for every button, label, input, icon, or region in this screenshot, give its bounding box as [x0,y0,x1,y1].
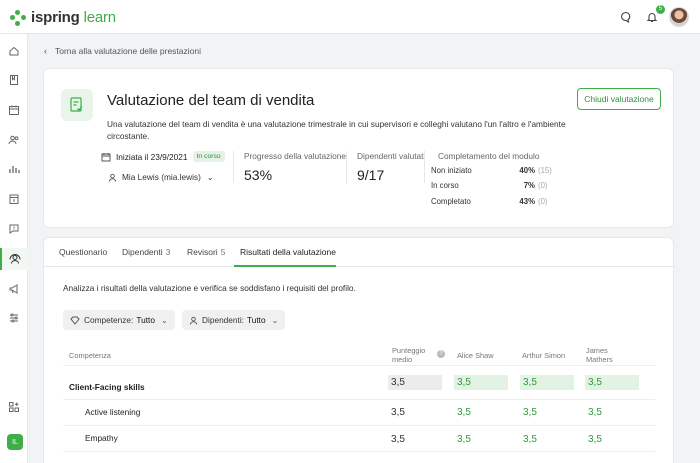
checklist-icon [61,89,93,121]
score-cell: 3,5 [457,434,471,445]
tab-assessment-results[interactable]: Risultati della valutazione [240,247,336,257]
divider [63,399,655,400]
user-icon [108,173,117,182]
active-tab-indicator [234,265,336,267]
avg-score-cell: 3,5 [391,434,405,445]
user-initials-icon[interactable]: IL [7,434,23,450]
divider [346,151,347,183]
progress-value: 53% [244,167,273,183]
score-cell: 3,5 [523,407,537,418]
status-badge: In corso [192,151,225,162]
divider [63,451,655,452]
start-date-row: Iniziata il 23/9/2021 In corso [101,151,225,162]
calendar-icon [101,152,111,161]
column-arthur-simon: Arthur Simon [522,351,566,360]
help-icon[interactable]: ? [437,350,445,358]
chevron-down-icon: ⌄ [271,315,279,325]
page-title: Valutazione del team di vendita [107,92,315,109]
user-avatar[interactable] [669,7,689,27]
apps-add-icon[interactable] [0,396,28,418]
owner-name: Mia Lewis (mia.lewis) [122,172,201,182]
column-average-score: Punteggio medio [392,346,426,364]
settings-sliders-icon[interactable] [0,307,28,329]
user-icon [189,316,198,325]
calendar-icon[interactable] [0,99,28,121]
sidebar: IL [0,34,28,463]
score-cell: 3,5 [523,434,537,445]
score-cell: 3,5 [520,375,574,390]
notification-badge: 5 [655,5,665,14]
back-label: Torna alla valutazione delle prestazioni [55,46,202,56]
reports-icon[interactable] [0,158,28,180]
column-james-mathers: James Mathers [586,346,613,364]
close-assessment-button[interactable]: Chiudi valutazione [577,88,661,110]
message-icon[interactable] [0,218,28,240]
module-row-not-started: Non iniziato 40% (15) [431,166,552,175]
top-bar: ispring learn 5 [0,0,700,34]
column-alice-shaw: Alice Shaw [457,351,494,360]
module-row-completed: Completato 43% (0) [431,197,548,206]
results-intro: Analizza i risultati della valutazione e… [63,283,356,293]
row-label: Active listening [85,407,141,417]
results-card: Questionario Dipendenti 3 Revisori 5 Risul… [43,237,675,463]
employees-value: 9/17 [357,167,385,183]
divider [63,425,655,426]
chevron-down-icon: ⌄ [206,172,214,182]
back-link[interactable]: ‹ Torna alla valutazione delle prestazio… [44,46,201,56]
divider [233,151,234,183]
bell-icon[interactable]: 5 [643,5,665,26]
calendar-day-icon[interactable] [0,188,28,210]
avg-score-cell: 3,5 [391,407,405,418]
module-completion-label: Completamento del modulo [438,151,540,161]
column-competence: Competenza [69,351,111,360]
row-label: Empathy [85,433,118,443]
app-logo[interactable]: ispring learn [10,9,116,26]
assessment-header-card: Valutazione del team di vendita Chiudi v… [43,68,674,228]
diamond-icon [70,316,80,325]
performance-review-icon[interactable] [0,248,28,270]
score-cell: 3,5 [585,375,639,390]
divider [63,365,655,366]
tab-bar: Questionario Dipendenti 3 Revisori 5 Risul… [44,238,675,267]
divider [424,151,425,183]
book-icon[interactable] [0,69,28,91]
chat-icon[interactable] [617,8,635,26]
avg-score-cell: 3,5 [388,375,442,390]
score-cell: 3,5 [588,407,602,418]
row-label: Client-Facing skills [69,382,145,392]
score-cell: 3,5 [588,434,602,445]
progress-label: Progresso della valutazione [244,151,346,161]
owner-selector[interactable]: Mia Lewis (mia.lewis) ⌄ [108,172,214,182]
megaphone-icon[interactable] [0,278,28,300]
score-cell: 3,5 [457,407,471,418]
start-date: Iniziata il 23/9/2021 [116,151,188,162]
assessment-description: Una valutazione del team di vendita è un… [107,119,566,141]
logo-text: ispring learn [31,9,116,26]
chevron-down-icon: ⌄ [160,315,168,325]
chevron-left-icon: ‹ [44,46,47,56]
module-row-in-progress: In corso 7% (0) [431,181,548,190]
competence-filter[interactable]: Competenze: Tutto ⌄ [63,310,175,330]
tab-employees[interactable]: Dipendenti 3 [122,247,170,257]
tab-reviewers[interactable]: Revisori 5 [187,247,225,257]
tab-questionnaire[interactable]: Questionario [59,247,107,257]
employee-filter[interactable]: Dipendenti: Tutto ⌄ [182,310,286,330]
score-cell: 3,5 [454,375,508,390]
logo-icon [10,9,26,26]
users-icon[interactable] [0,129,28,151]
home-icon[interactable] [0,40,28,62]
employees-label: Dipendenti valutati [357,151,426,161]
